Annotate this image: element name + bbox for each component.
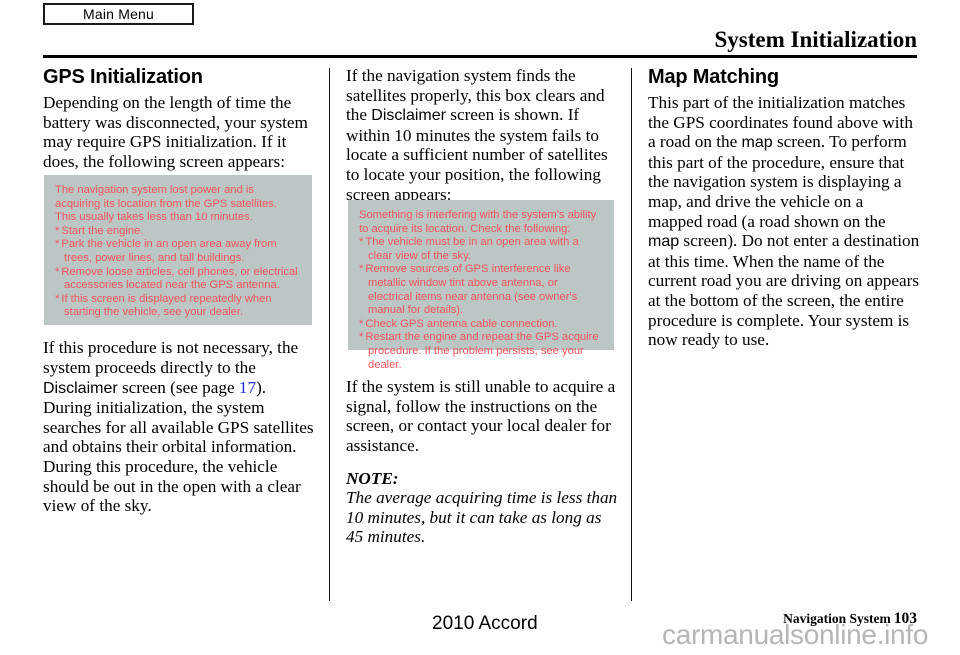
disclaimer-term-left: Disclaimer <box>43 379 118 397</box>
map-matching-text-3: screen). Do not enter a destination at t… <box>648 231 920 350</box>
device-screen-intro: The navigation system lost power and is … <box>55 184 277 224</box>
device-screen-bullet-item: * Start the engine. <box>55 225 301 239</box>
map-matching-paragraph: This part of the initialization matches … <box>648 93 920 350</box>
page-reference-link[interactable]: 17 <box>239 378 256 397</box>
watermark-text: carmanualsonline.info <box>662 619 929 650</box>
note-label: NOTE: <box>346 468 399 488</box>
bullet-text: Park the vehicle in an open area away fr… <box>61 238 277 264</box>
bullet-marker-icon: * <box>359 236 364 249</box>
device-screen-bullet-item: * Check GPS antenna cable connection. <box>359 318 603 332</box>
device-screen-bullet-item: * If this screen is displayed repeatedly … <box>55 293 301 320</box>
map-term-2: map <box>648 233 680 251</box>
column-divider-left <box>329 68 330 601</box>
bullet-marker-icon: * <box>55 224 60 237</box>
bullet-text: Remove loose articles, cell phones, or e… <box>61 265 298 292</box>
bullet-marker-icon: * <box>55 238 60 251</box>
device-screen-bullet-item: * Restart the engine and repeat the GPS a… <box>359 331 603 372</box>
note-body: The average acquiring time is less than … <box>346 488 618 547</box>
main-menu-tab-label: Main Menu <box>82 6 155 22</box>
footer-model-label: 2010 Accord <box>432 613 538 634</box>
device-screen-gps-acquiring: The navigation system lost power and is … <box>44 175 312 325</box>
device-screen-bullet-item: * Remove loose articles, cell phones, or … <box>55 266 301 293</box>
followup-text-3: ). <box>256 377 267 397</box>
gps-initialization-heading: GPS Initialization <box>43 66 203 88</box>
bullet-marker-icon: * <box>359 331 364 344</box>
right-column: Map Matching This part of the initializa… <box>648 66 920 350</box>
disclaimer-term-middle: Disclaimer <box>371 107 446 125</box>
unable-to-acquire-paragraph: If the system is still unable to acquire… <box>346 377 616 455</box>
bullet-text: The vehicle must be in an open area with… <box>365 236 579 262</box>
page-title: System Initialization <box>714 27 917 52</box>
device-screen-bullet-item: * Remove sources of GPS interference like… <box>359 263 603 317</box>
gps-initialization-intro: Depending on the length of time the batt… <box>43 93 308 171</box>
device-screen-bullet-list: * Start the engine. * Park the vehicle in … <box>55 225 301 320</box>
bullet-marker-icon: * <box>55 292 60 305</box>
followup-text-1: If this procedure is not necessary, the … <box>43 338 299 377</box>
bullet-marker-icon: * <box>359 317 364 330</box>
gps-initialization-followup: If this procedure is not necessary, the … <box>43 338 315 515</box>
map-term-1: map <box>741 134 773 152</box>
device-screen-bullet-item: * The vehicle must be in an open area wit… <box>359 236 603 263</box>
bullet-marker-icon: * <box>359 263 364 276</box>
bullet-text: If this screen is displayed repeatedly w… <box>61 292 272 319</box>
column-divider-right <box>631 68 632 601</box>
device-screen-gps-interference: Something is interfering with the system… <box>348 200 614 371</box>
main-menu-tab[interactable]: Main Menu <box>43 3 194 25</box>
device-screen-intro: Something is interfering with the system… <box>359 209 597 235</box>
bullet-text: Start the engine. <box>61 224 144 237</box>
bullet-text: Check GPS antenna cable connection. <box>365 317 558 330</box>
device-screen-bullet-list: * The vehicle must be in an open area wit… <box>359 236 603 372</box>
map-matching-heading: Map Matching <box>648 66 779 88</box>
satellite-found-paragraph: If the navigation system finds the satel… <box>346 66 618 204</box>
followup-text-2: screen (see page <box>117 377 239 397</box>
bullet-text: Remove sources of GPS interference like … <box>365 263 578 317</box>
followup-text-4: During initialization, the system search… <box>43 398 314 516</box>
device-screen-bullet-item: * Park the vehicle in an open area away f… <box>55 238 301 265</box>
header-divider-rule <box>43 55 917 58</box>
bullet-marker-icon: * <box>55 265 60 278</box>
bullet-text: Restart the engine and repeat the GPS ac… <box>365 331 599 371</box>
